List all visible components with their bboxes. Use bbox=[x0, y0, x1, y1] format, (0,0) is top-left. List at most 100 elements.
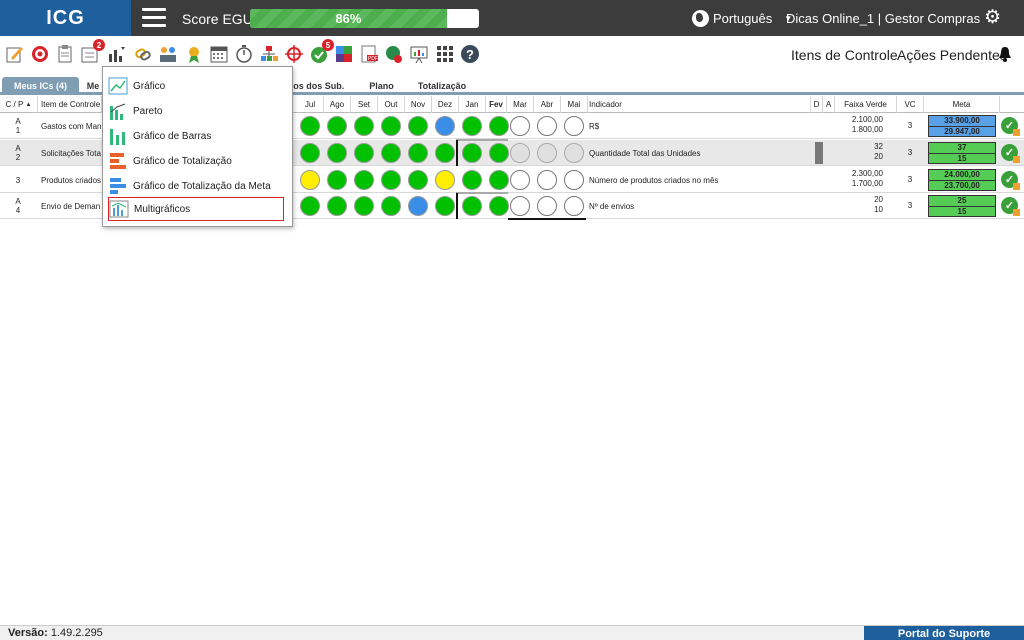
list-icon[interactable]: 2 bbox=[80, 39, 105, 64]
check-icon[interactable]: ✓ bbox=[1001, 144, 1020, 163]
status-indicator-green[interactable] bbox=[381, 196, 401, 216]
status-off-icon[interactable] bbox=[384, 44, 404, 64]
status-indicator-empty[interactable] bbox=[537, 170, 557, 190]
status-indicator-yellow[interactable] bbox=[435, 170, 455, 190]
column-header-item[interactable]: Item de Controle bbox=[38, 96, 102, 113]
support-portal-button[interactable]: Portal do Suporte bbox=[864, 626, 1024, 640]
pending-actions-link[interactable]: Ações Pendentes bbox=[897, 47, 1007, 63]
org-chart-icon[interactable] bbox=[259, 44, 279, 64]
column-header-month[interactable]: Abr bbox=[534, 96, 561, 113]
clipboard-icon[interactable] bbox=[55, 44, 75, 64]
status-indicator-green[interactable] bbox=[489, 196, 509, 216]
column-header-cp[interactable]: C / P ▲ bbox=[0, 96, 38, 113]
status-indicator-green[interactable] bbox=[300, 196, 320, 216]
item-name[interactable]: Produtos criados bbox=[41, 167, 103, 193]
status-indicator-empty[interactable] bbox=[510, 196, 530, 216]
status-indicator-grey[interactable] bbox=[537, 143, 557, 163]
status-indicator-green[interactable] bbox=[489, 143, 509, 163]
status-indicator-green[interactable] bbox=[435, 196, 455, 216]
status-indicator-yellow[interactable] bbox=[300, 170, 320, 190]
status-indicator-green[interactable] bbox=[462, 116, 482, 136]
column-header-month[interactable]: Dez bbox=[432, 96, 459, 113]
column-header-month[interactable]: Ago bbox=[324, 96, 351, 113]
status-indicator-green[interactable] bbox=[327, 170, 347, 190]
status-indicator-empty[interactable] bbox=[510, 170, 530, 190]
column-header-month[interactable]: Fev bbox=[486, 96, 507, 113]
column-header-month[interactable]: Jul bbox=[297, 96, 324, 113]
status-indicator-green[interactable] bbox=[354, 170, 374, 190]
item-name[interactable]: Envio de Deman bbox=[41, 193, 103, 219]
status-indicator-green[interactable] bbox=[381, 170, 401, 190]
user-info[interactable]: Dicas Online_1 | Gestor Compras bbox=[786, 11, 980, 26]
column-header-month[interactable]: Out bbox=[378, 96, 405, 113]
team-icon[interactable] bbox=[158, 44, 178, 64]
status-indicator-green[interactable] bbox=[462, 170, 482, 190]
check-icon[interactable]: ✓ bbox=[1001, 171, 1020, 190]
menu-icon[interactable] bbox=[142, 8, 166, 28]
status-indicator-green[interactable] bbox=[489, 170, 509, 190]
menu-item-bar-chart[interactable]: Gráfico de Barras bbox=[108, 124, 284, 148]
status-indicator-green[interactable] bbox=[408, 143, 428, 163]
status-indicator-empty[interactable] bbox=[510, 116, 530, 136]
status-indicator-green[interactable] bbox=[354, 116, 374, 136]
help-icon[interactable]: ? bbox=[460, 44, 480, 64]
grid-icon[interactable] bbox=[435, 44, 455, 64]
status-indicator-empty[interactable] bbox=[537, 116, 557, 136]
status-indicator-empty[interactable] bbox=[564, 196, 584, 216]
stopwatch-icon[interactable] bbox=[234, 44, 254, 64]
status-indicator-green[interactable] bbox=[300, 116, 320, 136]
column-header-faixa[interactable]: Faixa Verde bbox=[835, 96, 897, 113]
pdf-icon[interactable]: PDF bbox=[359, 44, 379, 64]
link-icon[interactable] bbox=[133, 44, 153, 64]
menu-item-totalization-chart[interactable]: Gráfico de Totalização bbox=[108, 149, 284, 173]
status-indicator-green[interactable] bbox=[408, 116, 428, 136]
tab-totalization[interactable]: Totalização bbox=[414, 77, 470, 95]
controls-link[interactable]: Itens de Controle bbox=[791, 47, 898, 63]
tab-my-ics[interactable]: Meus ICs (4) bbox=[2, 77, 79, 95]
menu-item-goal-totalization-chart[interactable]: Gráfico de Totalização da Meta bbox=[108, 174, 284, 198]
status-indicator-blue[interactable] bbox=[435, 116, 455, 136]
menu-item-pareto[interactable]: Pareto bbox=[108, 99, 284, 123]
menu-item-grafico[interactable]: Gráfico bbox=[108, 74, 284, 98]
award-icon[interactable] bbox=[184, 44, 204, 64]
status-indicator-green[interactable] bbox=[327, 196, 347, 216]
status-indicator-green[interactable] bbox=[327, 116, 347, 136]
tab-plan[interactable]: Plano bbox=[364, 77, 399, 95]
status-indicator-green[interactable] bbox=[354, 143, 374, 163]
status-indicator-green[interactable] bbox=[381, 143, 401, 163]
status-indicator-grey[interactable] bbox=[564, 143, 584, 163]
column-header-month[interactable]: Nov bbox=[405, 96, 432, 113]
app-logo[interactable]: ICG bbox=[0, 0, 131, 36]
status-indicator-empty[interactable] bbox=[537, 196, 557, 216]
calendar-icon[interactable] bbox=[209, 44, 229, 64]
status-indicator-green[interactable] bbox=[327, 143, 347, 163]
check-icon[interactable]: ✓ bbox=[1001, 197, 1020, 216]
status-indicator-green[interactable] bbox=[435, 143, 455, 163]
status-indicator-green[interactable] bbox=[489, 116, 509, 136]
status-indicator-grey[interactable] bbox=[510, 143, 530, 163]
crosshair-icon[interactable] bbox=[284, 44, 304, 64]
column-header-month[interactable]: Mai bbox=[561, 96, 588, 113]
status-indicator-empty[interactable] bbox=[564, 170, 584, 190]
target-icon[interactable] bbox=[30, 44, 50, 64]
column-header-indicator[interactable]: Indicador bbox=[586, 96, 811, 113]
language-selector[interactable]: Português ▼ bbox=[692, 10, 792, 27]
menu-item-multicharts[interactable]: Multigráficos bbox=[108, 197, 284, 221]
status-indicator-green[interactable] bbox=[462, 196, 482, 216]
column-header-vc[interactable]: VC bbox=[897, 96, 924, 113]
presentation-icon[interactable] bbox=[409, 44, 429, 64]
column-header-month[interactable]: Jan bbox=[459, 96, 486, 113]
gear-icon[interactable]: ⚙ bbox=[984, 8, 1001, 27]
puzzle-icon[interactable] bbox=[334, 44, 354, 64]
tab-me[interactable]: Me bbox=[84, 77, 102, 95]
tab-subordinates[interactable]: hos dos Sub. bbox=[286, 77, 346, 95]
check-icon[interactable]: ✓ bbox=[1001, 117, 1020, 136]
status-indicator-green[interactable] bbox=[408, 170, 428, 190]
column-header-month[interactable]: Mar bbox=[507, 96, 534, 113]
item-name[interactable]: Gastos com Man bbox=[41, 113, 103, 139]
bell-icon[interactable] bbox=[998, 46, 1012, 62]
status-indicator-empty[interactable] bbox=[564, 116, 584, 136]
column-header-meta[interactable]: Meta bbox=[924, 96, 1000, 113]
column-header-month[interactable]: Set bbox=[351, 96, 378, 113]
status-indicator-blue[interactable] bbox=[408, 196, 428, 216]
